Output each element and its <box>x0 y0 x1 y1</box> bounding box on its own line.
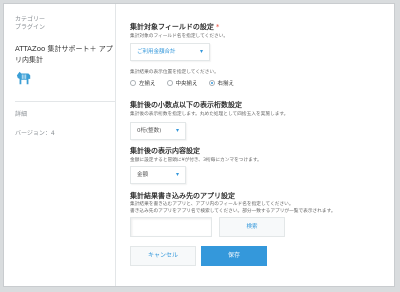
target-app-title: 集計結果書き込み先のアプリ設定 <box>130 192 235 200</box>
radio-label: 右揃え <box>217 81 235 87</box>
chevron-down-icon: ▾ <box>175 127 179 134</box>
display-select[interactable]: 金額 ▾ <box>130 166 186 184</box>
target-field-title-text: 集計対象フィールドの設定 <box>130 23 214 31</box>
display-title: 集計後の表示内容設定 <box>130 147 200 155</box>
radio-right[interactable]: 右揃え <box>208 79 235 87</box>
decimal-select[interactable]: 0桁(整数) ▾ <box>130 122 186 140</box>
cancel-button[interactable]: キャンセル <box>130 246 196 266</box>
radio-label: 左揃え <box>139 81 156 87</box>
target-field-description: 集計対象のフィールド名を指定してください。 <box>130 34 229 39</box>
target-app-description-2: 書き込み先のアプリをアプリ名で検索してください。部分一致するアプリが一覧で表示さ… <box>130 209 336 214</box>
display-description: 金額に設定すると冒頭に¥が付き、3桁毎にカンマをつけます。 <box>130 158 262 163</box>
search-button[interactable]: 検索 <box>219 217 285 237</box>
zebra-logo-icon <box>16 71 31 85</box>
version-label: バージョン：4 <box>15 130 55 137</box>
position-description: 集計結果の表示位置を指定してください。 <box>130 70 219 75</box>
chevron-down-icon: ▾ <box>199 48 203 55</box>
required-mark: * <box>215 23 220 31</box>
target-field-title: 集計対象フィールドの設定 * <box>130 22 219 32</box>
target-field-select[interactable]: ご利用金額合計 ▾ <box>130 43 210 61</box>
radio-button[interactable] <box>130 80 136 86</box>
radio-button-selected[interactable] <box>208 80 215 86</box>
save-button[interactable]: 保存 <box>201 246 267 266</box>
radio-center[interactable]: 中央揃え <box>166 79 198 87</box>
position-radio-group: 左揃え 中央揃え 右揃え <box>130 79 234 87</box>
decimal-description: 集計後の表示桁数を指定します。丸めた処理として四捨五入を実施します。 <box>130 112 289 117</box>
display-selected: 金額 <box>137 172 149 178</box>
app-search-input[interactable] <box>130 217 212 237</box>
target-app-description-1: 集計結果を書き込むアプリと、アプリ内のフィールド名を指定してください。 <box>130 202 294 207</box>
plugin-name: ATTAZoo 集計サポート＋ アプリ内集計 <box>15 45 113 64</box>
radio-label: 中央揃え <box>175 81 198 87</box>
decimal-selected: 0桁(整数) <box>137 128 162 134</box>
category-label: カテゴリー <box>15 16 46 23</box>
radio-left[interactable]: 左揃え <box>130 79 156 87</box>
radio-button[interactable] <box>166 80 173 86</box>
sidebar-divider <box>15 101 115 102</box>
plugin-sidebar: カテゴリー プラグイン ATTAZoo 集計サポート＋ アプリ内集計 詳細 バー… <box>4 4 116 286</box>
plugin-label: プラグイン <box>15 24 46 31</box>
decimal-title: 集計後の小数点以下の表示桁数設定 <box>130 101 242 109</box>
chevron-down-icon: ▾ <box>175 171 179 178</box>
detail-link[interactable]: 詳細 <box>15 109 27 118</box>
target-field-selected: ご利用金額合計 <box>137 49 176 55</box>
